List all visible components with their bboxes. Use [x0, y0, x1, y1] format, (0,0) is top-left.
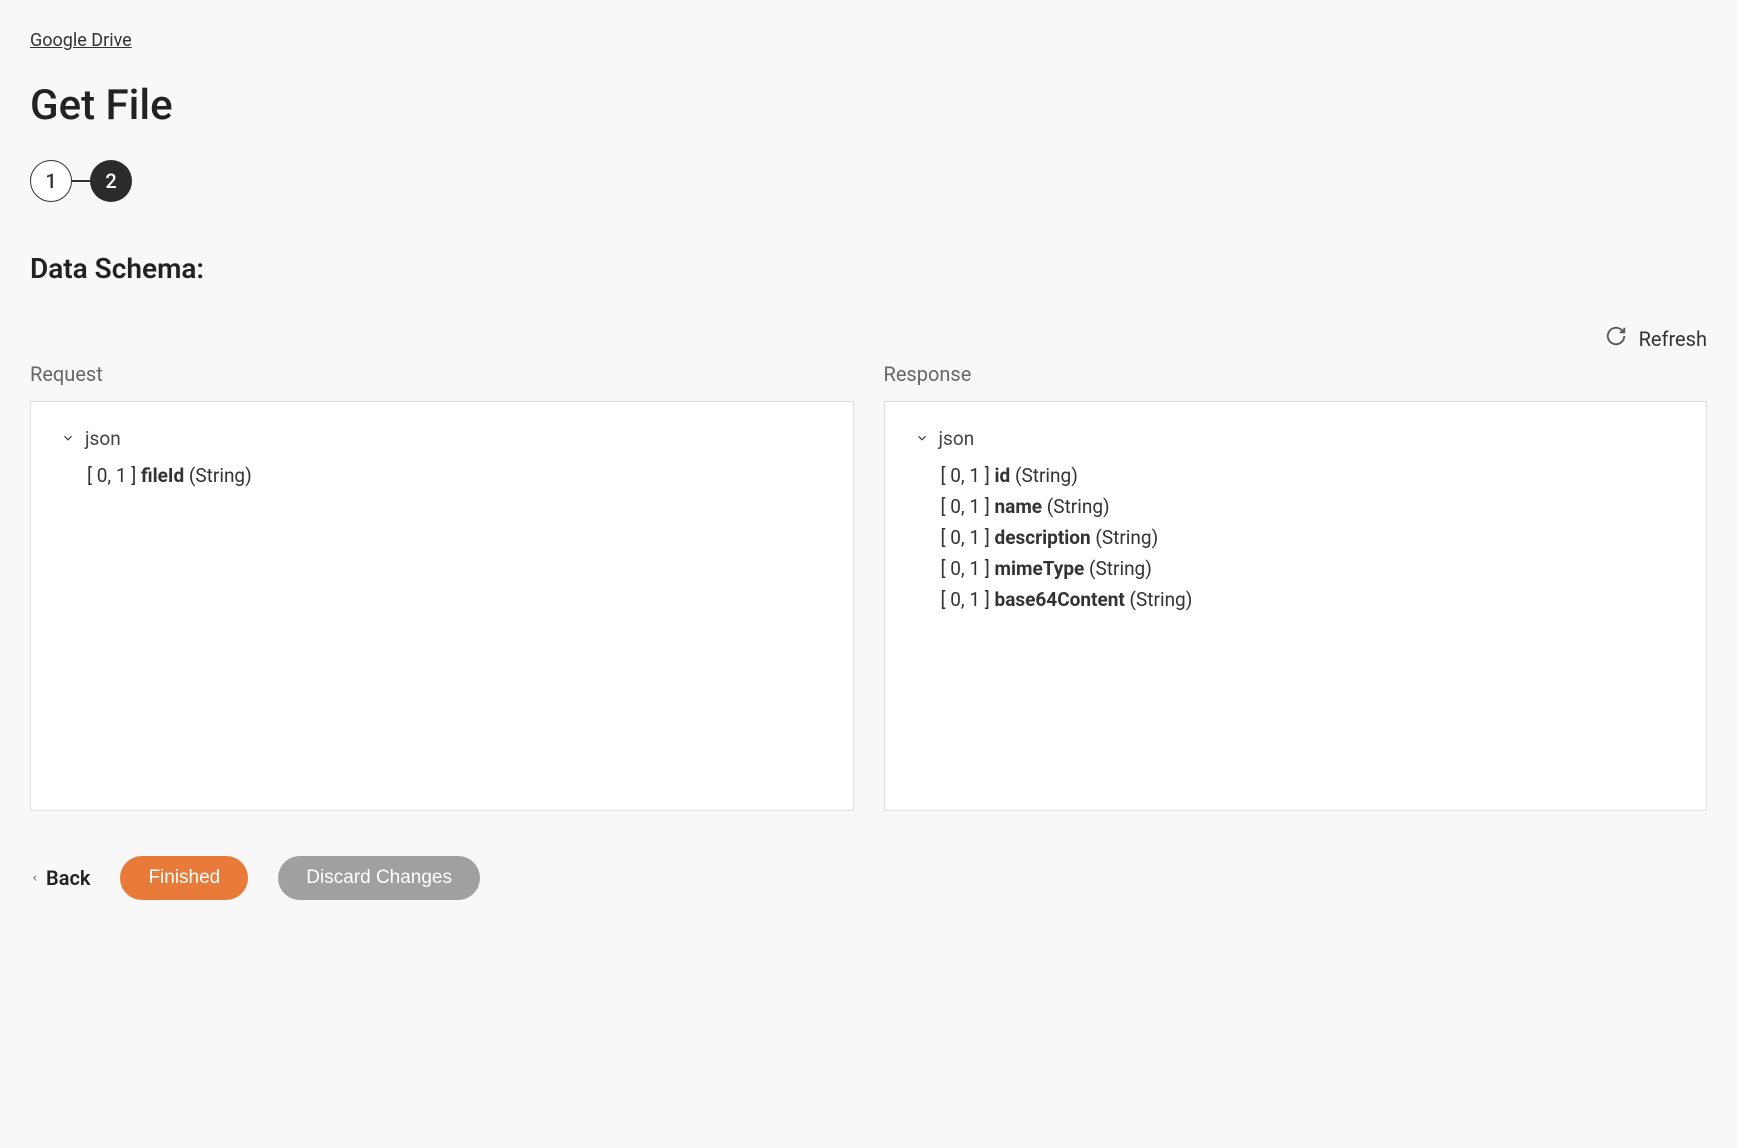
- field-cardinality: [ 0, 1 ]: [941, 588, 995, 611]
- field-type: (String): [1010, 464, 1078, 487]
- back-button[interactable]: Back: [30, 866, 90, 890]
- chevron-down-icon: [61, 427, 75, 450]
- request-tree-children: [ 0, 1 ] fileId (String): [87, 460, 823, 491]
- field-name: mimeType: [995, 557, 1085, 580]
- schema-field[interactable]: [ 0, 1 ] id (String): [941, 460, 1677, 491]
- field-type: (String): [1091, 526, 1159, 549]
- schema-field[interactable]: [ 0, 1 ] base64Content (String): [941, 584, 1677, 615]
- stepper: 1 2: [30, 160, 1707, 202]
- response-panel: json [ 0, 1 ] id (String)[ 0, 1 ] name (…: [884, 401, 1708, 811]
- response-root-label: json: [939, 427, 975, 450]
- section-title: Data Schema:: [30, 252, 1707, 285]
- refresh-button[interactable]: Refresh: [30, 325, 1707, 352]
- schema-field[interactable]: [ 0, 1 ] mimeType (String): [941, 553, 1677, 584]
- field-cardinality: [ 0, 1 ]: [941, 464, 995, 487]
- step-connector: [72, 180, 90, 182]
- response-tree-root[interactable]: json: [915, 427, 1677, 450]
- schema-field[interactable]: [ 0, 1 ] name (String): [941, 491, 1677, 522]
- field-type: (String): [1084, 557, 1152, 580]
- field-name: name: [995, 495, 1043, 518]
- field-cardinality: [ 0, 1 ]: [941, 557, 995, 580]
- field-type: (String): [1042, 495, 1110, 518]
- step-1[interactable]: 1: [30, 160, 72, 202]
- request-label: Request: [30, 362, 854, 386]
- discard-button[interactable]: Discard Changes: [278, 856, 480, 900]
- breadcrumb-link[interactable]: Google Drive: [30, 30, 132, 51]
- field-cardinality: [ 0, 1 ]: [87, 464, 141, 487]
- request-tree-root[interactable]: json: [61, 427, 823, 450]
- refresh-label: Refresh: [1639, 327, 1707, 351]
- field-cardinality: [ 0, 1 ]: [941, 526, 995, 549]
- field-cardinality: [ 0, 1 ]: [941, 495, 995, 518]
- finished-button[interactable]: Finished: [120, 856, 248, 900]
- response-label: Response: [884, 362, 1708, 386]
- refresh-icon: [1605, 325, 1627, 352]
- chevron-down-icon: [915, 427, 929, 450]
- schema-field[interactable]: [ 0, 1 ] fileId (String): [87, 460, 823, 491]
- step-2[interactable]: 2: [90, 160, 132, 202]
- field-type: (String): [1125, 588, 1193, 611]
- field-name: base64Content: [995, 588, 1125, 611]
- response-tree-children: [ 0, 1 ] id (String)[ 0, 1 ] name (Strin…: [941, 460, 1677, 615]
- schema-field[interactable]: [ 0, 1 ] description (String): [941, 522, 1677, 553]
- request-panel: json [ 0, 1 ] fileId (String): [30, 401, 854, 811]
- field-name: fileId: [141, 464, 184, 487]
- back-label: Back: [46, 866, 90, 890]
- request-root-label: json: [85, 427, 121, 450]
- chevron-left-icon: [30, 866, 40, 890]
- field-name: id: [995, 464, 1011, 487]
- field-type: (String): [184, 464, 252, 487]
- field-name: description: [995, 526, 1091, 549]
- page-title: Get File: [30, 81, 1707, 130]
